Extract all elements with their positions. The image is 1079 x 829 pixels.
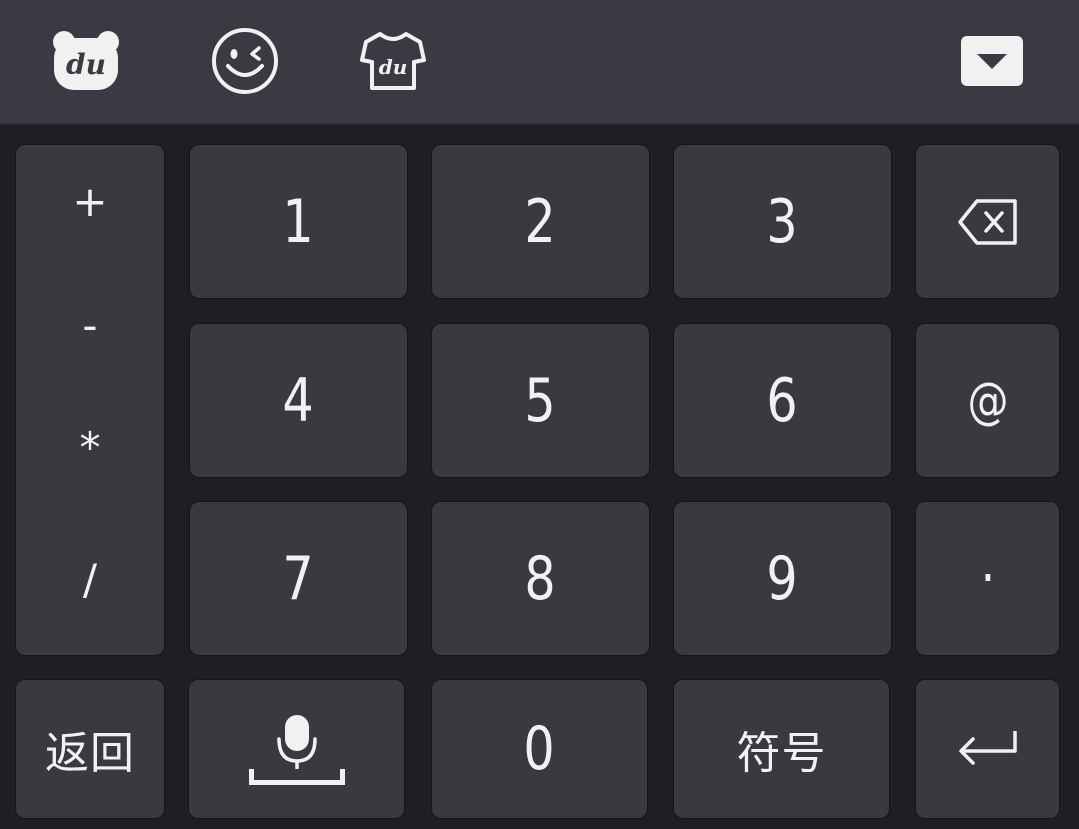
minus-symbol: - [82,301,98,350]
emoji-icon[interactable] [210,26,280,96]
svg-text:du: du [379,55,408,79]
backspace-key[interactable] [915,144,1060,299]
key-9[interactable]: 9 [673,501,892,656]
voice-key[interactable] [188,679,405,819]
key-5[interactable]: 5 [431,323,650,478]
asterisk-symbol: * [79,423,101,472]
microphone-icon [248,715,345,785]
back-key[interactable]: 返回 [15,679,165,819]
symbols-key[interactable]: 符号 [673,679,890,819]
dot-key[interactable]: · [915,501,1060,656]
enter-icon [958,731,1017,765]
svg-text:du: du [66,48,106,81]
plus-symbol: + [72,177,108,226]
key-6[interactable]: 6 [673,323,892,478]
collapse-keyboard-icon[interactable] [960,35,1024,87]
enter-key[interactable] [915,679,1060,819]
symbol-column-key[interactable]: + - * / [15,144,165,656]
key-2[interactable]: 2 [431,144,650,299]
key-7[interactable]: 7 [189,501,408,656]
at-key[interactable]: @ [915,323,1060,478]
key-0[interactable]: 0 [431,679,648,819]
key-8[interactable]: 8 [431,501,650,656]
key-4[interactable]: 4 [189,323,408,478]
key-1[interactable]: 1 [189,144,408,299]
backspace-icon [957,198,1017,245]
slash-symbol: / [82,555,98,604]
key-3[interactable]: 3 [673,144,892,299]
skin-shirt-icon[interactable]: du [358,28,428,94]
keyboard-toolbar: du du [0,0,1079,125]
du-logo-icon[interactable]: du [50,28,122,94]
